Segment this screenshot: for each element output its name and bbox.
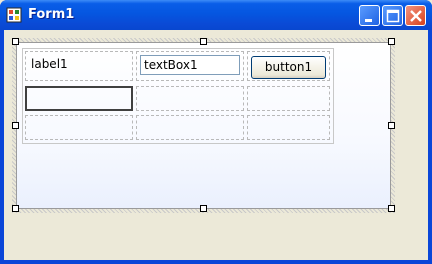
maximize-button[interactable] [382,5,403,26]
close-icon [410,10,422,22]
resize-handle-ne[interactable] [388,38,395,45]
table-cell[interactable] [247,86,330,111]
table-cell[interactable] [136,86,244,111]
maximize-icon [386,9,400,23]
title-bar[interactable]: Form1 [0,0,432,30]
resize-handle-nw[interactable] [12,38,19,45]
minimize-button[interactable] [359,5,380,26]
resize-handle-sw[interactable] [12,205,19,212]
table-cell[interactable] [25,115,133,140]
resize-handle-w[interactable] [12,122,19,129]
table-cell[interactable] [136,115,244,140]
minimize-icon [365,19,372,22]
close-button[interactable] [405,5,426,26]
textbox1-control[interactable]: textBox1 [140,55,240,75]
resize-handle-e[interactable] [388,122,395,129]
window-title: Form1 [28,7,75,22]
label1-control[interactable]: label1 [31,57,68,71]
table-cell[interactable] [247,115,330,140]
resize-handle-n[interactable] [200,38,207,45]
app-icon [6,7,22,23]
selected-table-cell[interactable] [25,86,133,111]
resize-handle-s[interactable] [200,205,207,212]
button1-control[interactable]: button1 [251,56,326,79]
resize-handle-se[interactable] [388,205,395,212]
